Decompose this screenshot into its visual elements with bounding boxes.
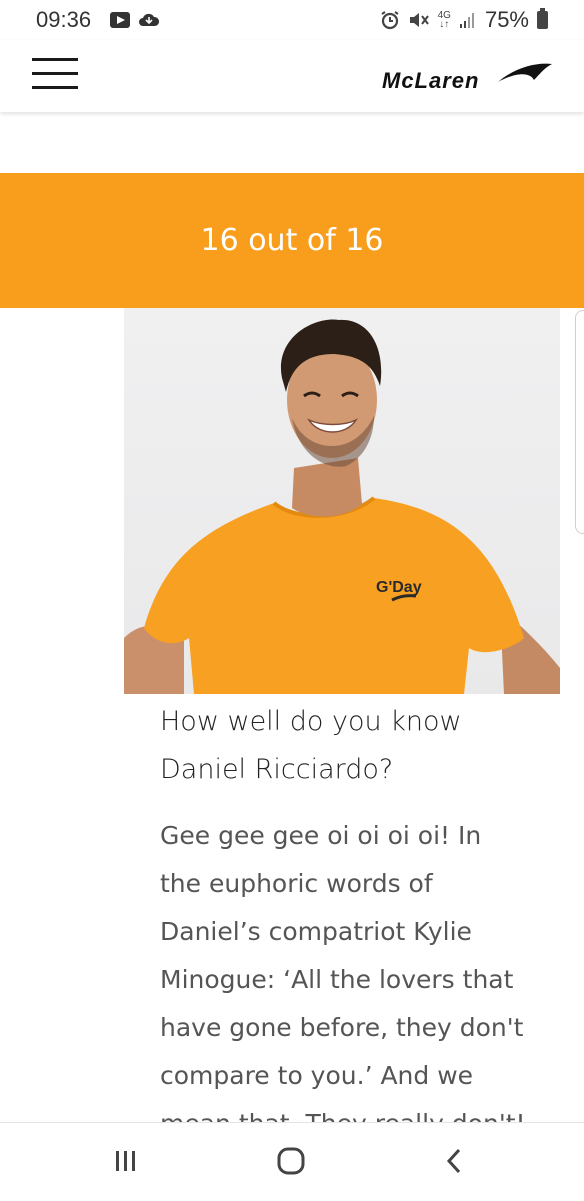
- battery-icon: [537, 8, 548, 29]
- signal-icon: [459, 13, 474, 28]
- battery-percent: 75%: [484, 7, 529, 32]
- app-header: McLaren: [0, 40, 584, 112]
- shirt-text: G'Day: [376, 579, 422, 596]
- status-time: 09:36: [36, 7, 92, 32]
- menu-button[interactable]: [32, 56, 78, 92]
- status-bar: 09:36 4G ↓↑ 75%: [0, 0, 584, 40]
- driver-photo: G'Day: [124, 308, 560, 694]
- recents-button[interactable]: [96, 1141, 156, 1181]
- photo-illustration: G'Day: [124, 319, 560, 694]
- alarm-icon: [381, 11, 399, 30]
- back-icon: [446, 1148, 461, 1174]
- home-icon: [277, 1147, 305, 1175]
- logo-text: McLaren: [382, 68, 480, 93]
- gallery-counter-banner: 16 out of 16: [0, 173, 584, 308]
- youtube-icon: [110, 12, 130, 28]
- speedmark-icon: [498, 63, 552, 82]
- system-nav-bar: [0, 1122, 584, 1201]
- edge-panel-handle[interactable]: [575, 310, 584, 534]
- home-button[interactable]: [261, 1141, 321, 1181]
- gallery-counter: 16 out of 16: [200, 223, 384, 258]
- mclaren-logo[interactable]: McLaren: [382, 62, 554, 94]
- article-body: Gee gee gee oi oi oi oi! In the euphoric…: [160, 821, 526, 1122]
- mute-icon: [409, 13, 429, 27]
- hamburger-icon: [32, 58, 78, 61]
- status-icons: 4G ↓↑ 75%: [380, 7, 548, 33]
- network-label: 4G ↓↑: [437, 10, 451, 30]
- hamburger-icon-line: [32, 72, 78, 75]
- recents-icon: [116, 1151, 135, 1171]
- article-title: How well do you know Daniel Ricciardo?: [160, 706, 462, 785]
- cloud-icon: [139, 13, 160, 26]
- back-button[interactable]: [424, 1141, 484, 1181]
- hamburger-icon-line: [32, 86, 78, 89]
